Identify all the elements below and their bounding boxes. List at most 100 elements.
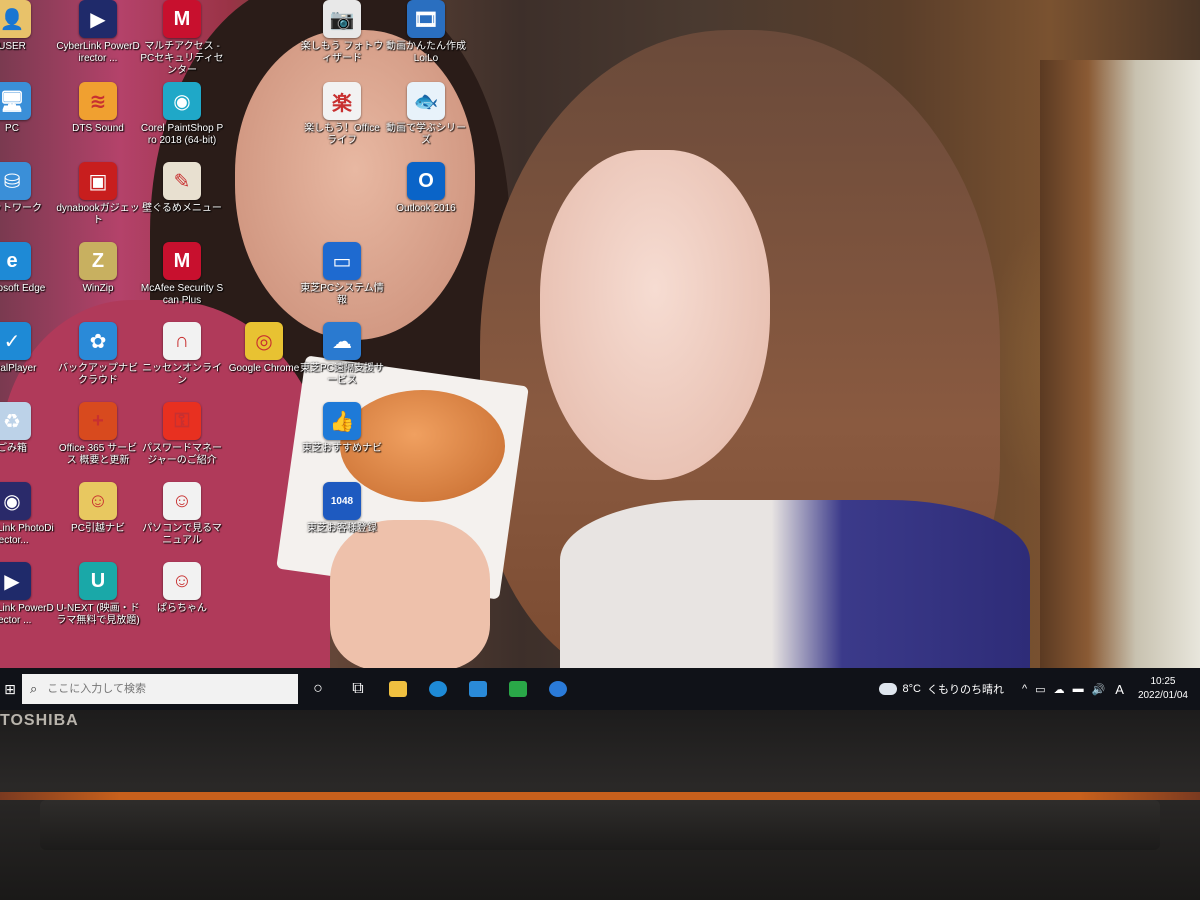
desktop-shortcut-label: PC引越ナビ — [71, 523, 125, 534]
desktop-shortcut-label: Microsoft Edge — [0, 283, 46, 294]
desktop-shortcut[interactable]: 👍 東芝おすすめナビ — [300, 402, 384, 455]
desktop-shortcut-label: WinZip — [82, 283, 114, 294]
desktop-shortcut[interactable]: ⚿ パスワードマネージャーのご紹介 — [140, 402, 224, 467]
desktop-shortcut[interactable]: e Microsoft Edge — [0, 242, 54, 295]
task-view-icon: ⧉ — [352, 680, 364, 697]
desktop-shortcut[interactable]: M マルチアクセス - PCセキュリティセンター — [140, 0, 224, 77]
cortana-button[interactable]: ○ — [298, 668, 338, 710]
edge-icon: e — [0, 242, 31, 280]
desktop-shortcut[interactable]: ☺ ぱらちゃん — [140, 562, 224, 615]
remote-support-icon: ☁ — [323, 322, 361, 360]
photodirector-icon: ◉ — [0, 482, 31, 520]
desktop-shortcut[interactable]: ▭ 東芝PCシステム情報 — [300, 242, 384, 307]
recycle-bin-icon: ♻ — [0, 402, 31, 440]
desktop-shortcut[interactable]: 1048 東芝お客様登録 — [300, 482, 384, 535]
desktop-shortcut-label: McAfee Security Scan Plus — [140, 283, 224, 306]
office365-icon: + — [79, 402, 117, 440]
desktop-shortcut[interactable]: ♻ ごみ箱 — [0, 402, 54, 455]
backup-navi-icon: ✿ — [79, 322, 117, 360]
desktop-shortcut[interactable]: 👤 USER — [0, 0, 54, 53]
clock-time: 10:25 — [1150, 676, 1176, 687]
desktop-shortcut[interactable]: ◉ CyberLink PhotoDirector... — [0, 482, 54, 547]
pc-system-info-icon: ▭ — [323, 242, 361, 280]
paintshop-camera-icon: ◉ — [163, 82, 201, 120]
desktop-shortcut-label: 東芝おすすめナビ — [302, 443, 382, 454]
desktop-shortcut-label: Google Chrome — [228, 363, 300, 374]
desktop-shortcut[interactable]: ◎ Google Chrome — [222, 322, 306, 375]
edge-icon — [429, 681, 447, 697]
green-app-icon — [509, 681, 527, 697]
laptop-hinge-accent — [0, 792, 1200, 800]
desktop-shortcut[interactable]: + Office 365 サービス 概要と更新 — [56, 402, 140, 467]
photo-wizard-icon: 📷 — [323, 0, 361, 38]
desktop-shortcut[interactable]: Z WinZip — [56, 242, 140, 295]
wallpaper-person-right-face — [540, 150, 770, 480]
desktop-shortcut[interactable]: ☺ パソコンで見るマニュアル — [140, 482, 224, 547]
desktop-shortcut-label: 動画かんたん作成 LoiLo — [386, 41, 466, 64]
network-icon[interactable]: ▭ — [1035, 683, 1045, 696]
desktop-shortcut[interactable]: ☁ 東芝PC遠隔支援サービス — [300, 322, 384, 387]
password-manager-icon: ⚿ — [163, 402, 201, 440]
desktop-shortcut-label: ぱらちゃん — [157, 603, 207, 614]
desktop-shortcut[interactable]: ⛁ ネットワーク — [0, 162, 54, 215]
desktop-shortcut-label: 東芝お客様登録 — [307, 523, 377, 534]
taskbar-pinned-apps — [378, 668, 578, 710]
network-icon: ⛁ — [0, 162, 31, 200]
desktop-shortcut[interactable]: ✓ RealPlayer — [0, 322, 54, 375]
desktop-shortcut-label: PC — [5, 123, 19, 134]
desktop-shortcut[interactable]: 🎞 動画かんたん作成 LoiLo — [384, 0, 468, 65]
desktop-shortcut[interactable]: ▶ CyberLink PowerDirector ... — [56, 0, 140, 65]
pc-monitor-icon: 🖥 — [0, 82, 31, 120]
desktop-shortcut-label: Outlook 2016 — [396, 203, 456, 214]
desktop-shortcut[interactable]: ≋ DTS Sound — [56, 82, 140, 135]
laptop-brand-logo: TOSHIBA — [0, 712, 79, 729]
weather-widget[interactable]: 8°C くもりのち晴れ — [875, 679, 1004, 697]
desktop-shortcut[interactable]: ✎ 壁ぐるめメニュー — [140, 162, 224, 215]
desktop-shortcut-label: 東芝PC遠隔支援サービス — [300, 363, 384, 386]
desktop-shortcut[interactable]: ✿ バックアップナビ クラウド — [56, 322, 140, 387]
taskbar-app-button[interactable] — [418, 668, 458, 710]
powerdirector-icon: ▶ — [79, 0, 117, 38]
desktop-shortcut-label: 東芝PCシステム情報 — [300, 283, 384, 306]
taskbar-app-button[interactable] — [498, 668, 538, 710]
desktop-shortcut[interactable]: 楽楽しもう！Officeライフ — [300, 82, 384, 147]
battery-icon[interactable]: ▬ — [1073, 683, 1084, 695]
desktop-shortcut-label: USER — [0, 41, 26, 52]
desktop-shortcut[interactable]: 🐟 動画で学ぶシリーズ — [384, 82, 468, 147]
desktop-shortcut[interactable]: ∩ ニッセンオンライン — [140, 322, 224, 387]
chrome-icon: ◎ — [245, 322, 283, 360]
taskbar-clock[interactable]: 10:25 2022/01/04 — [1138, 675, 1188, 703]
desktop-shortcut-label: 壁ぐるめメニュー — [142, 203, 222, 214]
partly-cloudy-icon — [875, 679, 897, 695]
clock-date: 2022/01/04 — [1137, 690, 1188, 701]
desktop-shortcut[interactable]: ☺ PC引越ナビ — [56, 482, 140, 535]
desktop-shortcut-label: Office 365 サービス 概要と更新 — [58, 443, 138, 466]
taskbar-app-button[interactable] — [378, 668, 418, 710]
pc-manual-icon: ☺ — [163, 482, 201, 520]
loilo-icon: 🎞 — [407, 0, 445, 38]
desktop-shortcut-label: ごみ箱 — [0, 443, 27, 454]
onedrive-cloud-icon[interactable]: ☁ — [1054, 683, 1065, 696]
desktop-shortcut[interactable]: ▶ CyberLink PowerDirector ... — [0, 562, 54, 627]
desktop-shortcut[interactable]: U U-NEXT (映画・ドラマ無料で見放題) — [56, 562, 140, 627]
desktop-shortcut[interactable]: M McAfee Security Scan Plus — [140, 242, 224, 307]
desktop-shortcut[interactable]: 🖥 PC — [0, 82, 54, 135]
taskbar-app-button[interactable] — [458, 668, 498, 710]
start-button[interactable]: ⊞ — [0, 668, 20, 710]
desktop-shortcut-label: ニッセンオンライン — [142, 363, 222, 386]
desktop-shortcut[interactable]: O Outlook 2016 — [384, 162, 468, 215]
search-input[interactable] — [45, 682, 270, 696]
desktop-shortcut[interactable]: 📷 楽しもう フォトウィザード — [300, 0, 384, 65]
wallpaper-hand — [330, 520, 490, 670]
desktop-shortcut[interactable]: ▣ dynabookガジェット — [56, 162, 140, 227]
task-view-button[interactable]: ⧉ — [338, 668, 378, 710]
taskbar-search[interactable]: ⌕ — [22, 674, 298, 704]
show-hidden-icons-chevron-icon[interactable]: ^ — [1022, 683, 1027, 695]
taskbar-app-button[interactable] — [538, 668, 578, 710]
microsoft-store-icon — [469, 681, 487, 697]
pc-move-navi-icon: ☺ — [79, 482, 117, 520]
ime-indicator[interactable]: A — [1115, 682, 1124, 697]
desktop-shortcut-label: 動画で学ぶシリーズ — [386, 123, 466, 146]
desktop-shortcut[interactable]: ◉ Corel PaintShop Pro 2018 (64-bit) — [140, 82, 224, 147]
volume-icon[interactable]: 🔊 — [1092, 683, 1106, 696]
